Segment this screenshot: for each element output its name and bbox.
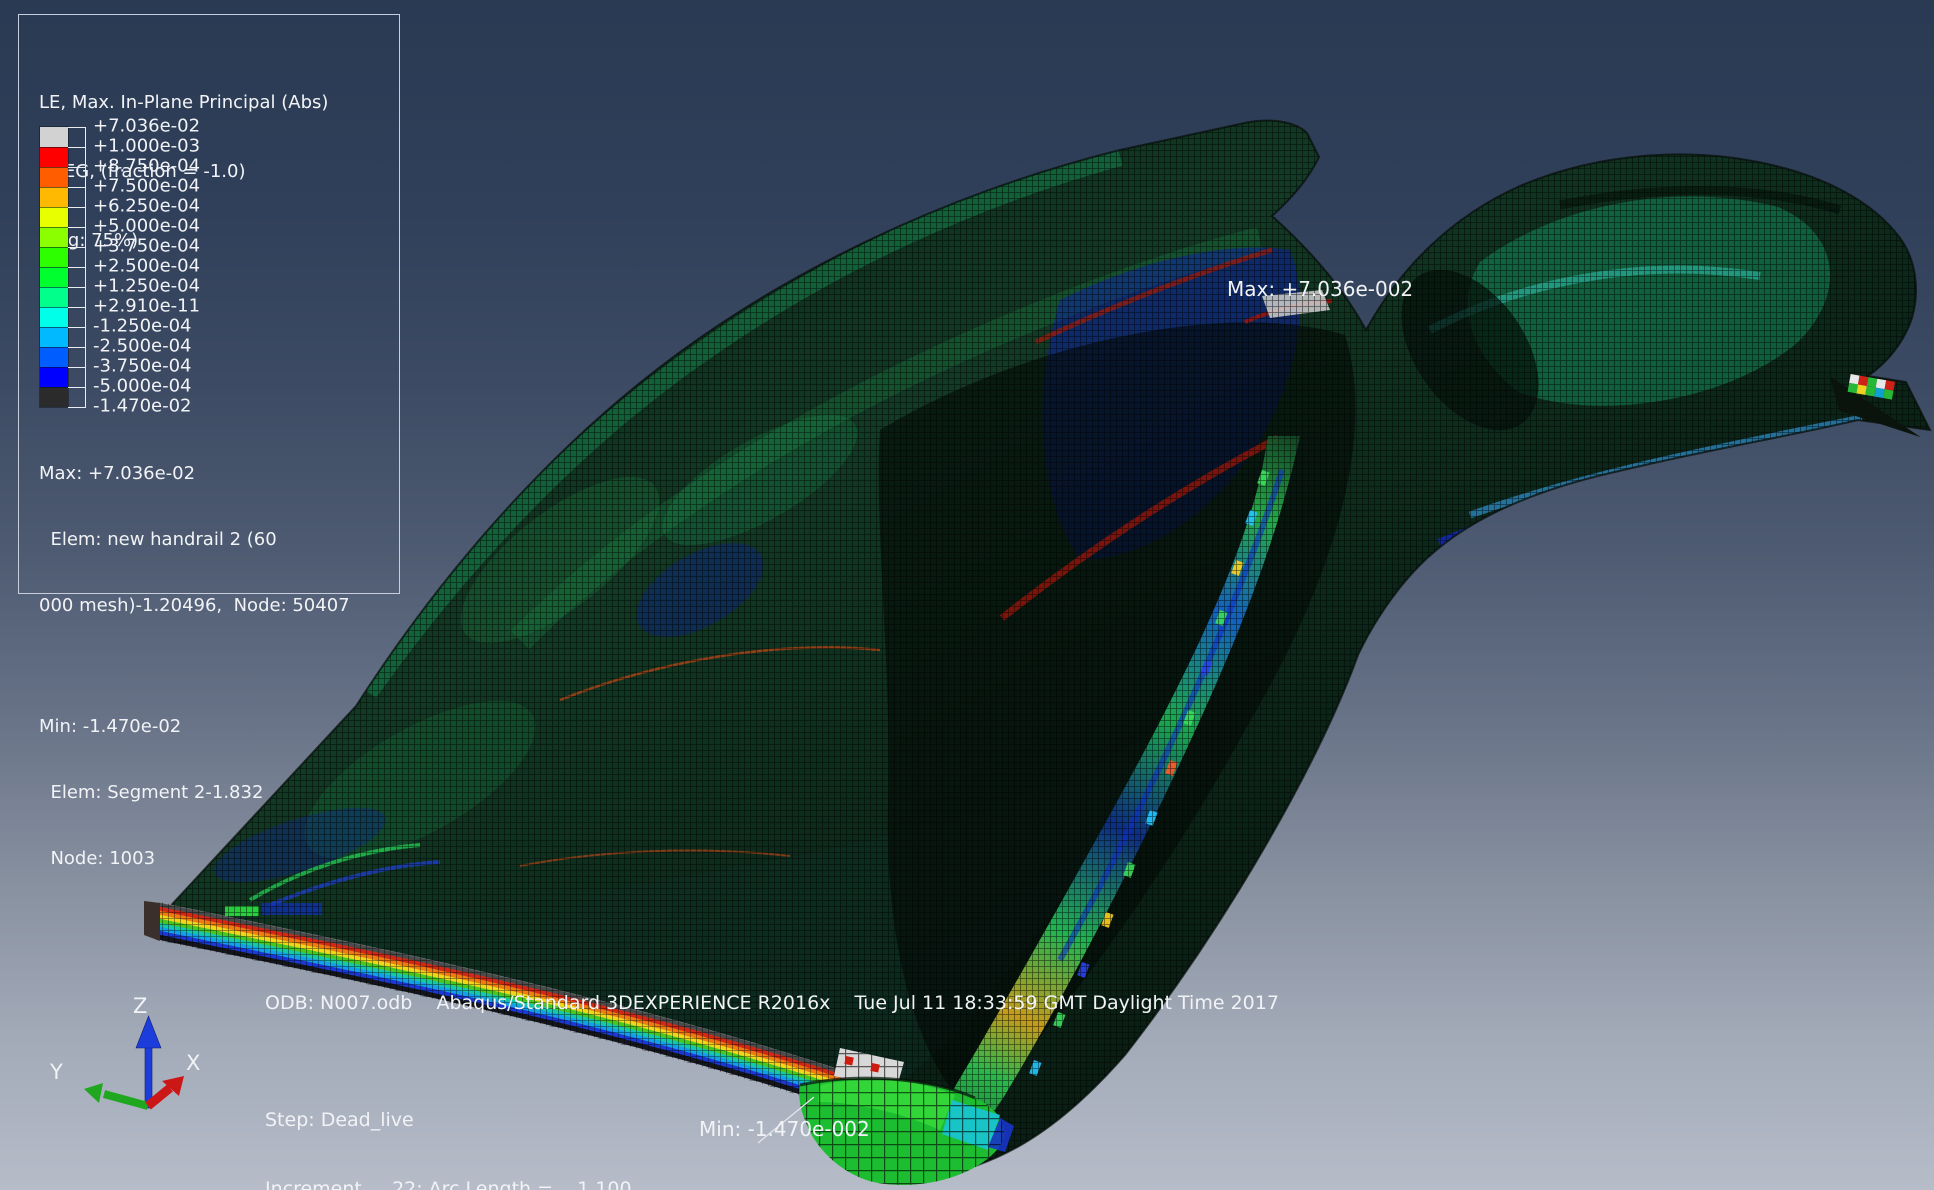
legend-panel: LE, Max. In-Plane Principal (Abs) SNEG, … [18,14,400,594]
triad-z-arrow [136,1016,161,1048]
legend-max-node: 000 mesh)-1.20496, Node: 50407 [39,595,350,617]
legend-band [40,327,68,347]
legend-tick-label: -3.750e-04 [93,355,192,376]
legend-tickmark [68,267,85,268]
legend-min-elem: Elem: Segment 2-1.832 [39,782,350,804]
triad-y-arrow [84,1083,103,1103]
legend-band [40,347,68,367]
legend-tickmark [68,307,85,308]
legend-tick-label: +6.250e-04 [93,195,200,216]
legend-band [40,267,68,287]
legend-tick-label: +7.036e-02 [93,115,200,136]
legend-tick-label: +1.250e-04 [93,275,200,296]
increment-line: Increment 22: Arc Length = 1.100 [265,1178,815,1190]
legend-tick-label: +3.750e-04 [93,235,200,256]
legend-tickmark [68,247,85,248]
legend-tick-axis [85,127,86,408]
max-annotation: Max: +7.036e-002 [1227,277,1413,301]
legend-tickmark [68,227,85,228]
legend-band [40,127,68,147]
legend-tick-label: +2.910e-11 [93,295,200,316]
step-line: Step: Dead_live [265,1109,815,1132]
legend-tick-label: -1.250e-04 [93,315,192,336]
legend-tickmark [68,327,85,328]
legend-tickmark [68,407,85,408]
legend-tick-label: +5.000e-04 [93,215,200,236]
legend-tick-label: -2.500e-04 [93,335,192,356]
legend-title-line-1: LE, Max. In-Plane Principal (Abs) [39,91,328,114]
legend-max-elem: Elem: new handrail 2 (60 [39,529,350,551]
legend-colorbar [40,127,68,407]
legend-band [40,227,68,247]
triad-y-label: Y [50,1060,63,1084]
legend-band [40,307,68,327]
legend-tickmark [68,187,85,188]
legend-tick-label: -1.470e-02 [93,395,192,416]
legend-tickmark [68,207,85,208]
legend-min-value: Min: -1.470e-02 [39,716,350,738]
legend-tick-label: +1.000e-03 [93,135,200,156]
legend-tickmark [68,367,85,368]
legend-maxmin-info: Max: +7.036e-02 Elem: new handrail 2 (60… [39,419,350,914]
legend-band [40,147,68,167]
viewport[interactable]: LE, Max. In-Plane Principal (Abs) SNEG, … [0,0,1934,1190]
legend-tickmark [68,287,85,288]
triad-x-label: X [186,1051,200,1075]
legend-band [40,187,68,207]
legend-tick-label: +8.750e-04 [93,155,200,176]
legend-band [40,167,68,187]
legend-band [40,387,68,407]
triad-z-label: Z [133,994,147,1018]
legend-band [40,207,68,227]
legend-tick-label: -5.000e-04 [93,375,192,396]
legend-band [40,247,68,267]
legend-tick-label: +2.500e-04 [93,255,200,276]
legend-max-value: Max: +7.036e-02 [39,463,350,485]
legend-band [40,367,68,387]
legend-tickmark [68,167,85,168]
legend-scale: +7.036e-02+1.000e-03+8.750e-04+7.500e-04… [40,127,380,408]
legend-tickmark [68,387,85,388]
state-block: Step: Dead_live Increment 22: Arc Length… [265,1063,815,1190]
legend-tickmark [68,127,85,128]
legend-min-node: Node: 1003 [39,848,350,870]
legend-tickmark [68,147,85,148]
odb-title-line: ODB: N007.odb Abaqus/Standard 3DEXPERIEN… [265,992,1279,1014]
legend-tickmark [68,347,85,348]
legend-tick-label: +7.500e-04 [93,175,200,196]
legend-band [40,287,68,307]
triad-icon [84,1016,184,1108]
